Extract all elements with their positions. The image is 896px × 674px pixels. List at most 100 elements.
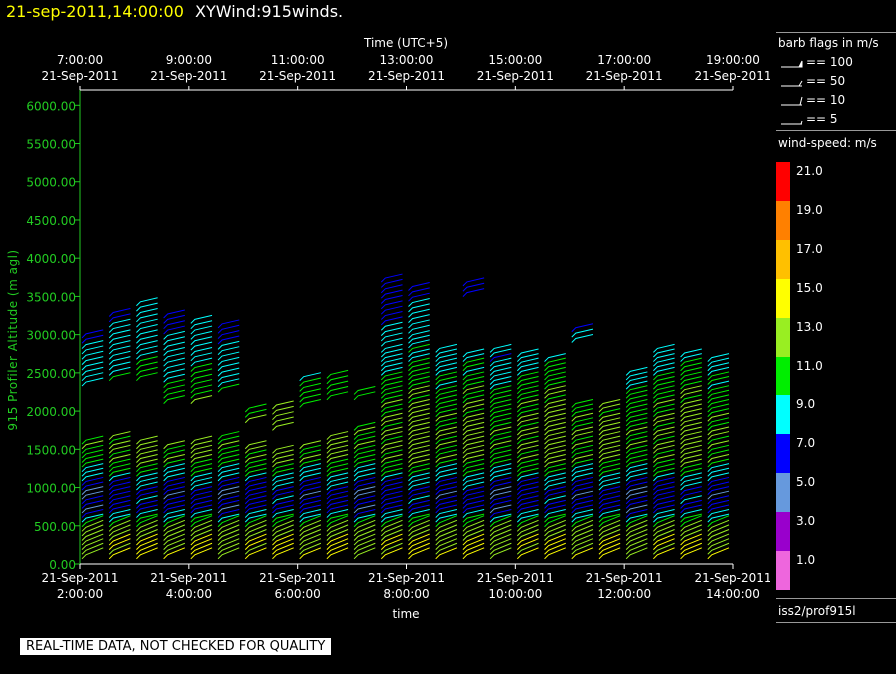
wind-barb [136,340,158,349]
wind-profile-plot: Time (UTC+5) 915 Profiler Altitude (m ag… [6,36,770,621]
wind-barb [190,384,213,394]
wind-barb [408,281,430,291]
wind-barb [217,362,240,372]
wind-barb [190,373,213,383]
wind-barb [408,513,430,523]
legend-panel: barb flags in m/s == 100 == 50 == 10 == 5 w… [776,0,896,674]
y-tick-label: 1000.00 [26,482,76,496]
colorbar-label: 13.0 [796,319,823,334]
wind-barb [108,345,131,355]
wind-barb [272,416,294,426]
colorbar-segment [776,162,790,202]
wind-barb [272,400,294,410]
wind-barb [380,273,403,283]
wind-barb [163,547,186,560]
wind-barb [353,547,376,560]
wind-barb [353,385,376,395]
colorbar-label: 19.0 [796,202,823,217]
wind-barb [408,324,430,334]
x-axis-label: time [392,607,419,621]
wind-barb [190,368,213,378]
wind-barb [489,547,512,560]
wind-barb [326,385,349,395]
wind-barb [190,352,213,362]
top-axis-label: Time (UTC+5) [363,36,448,50]
legend-divider [776,32,896,33]
wind-barb [408,314,430,323]
barb-50-icon [781,80,803,87]
wind-barb [163,373,185,383]
wind-barb [217,346,240,356]
legend-divider [776,130,896,131]
wind-barb [244,408,267,418]
wind-barb [299,377,322,387]
x-tick-time: 6:00:00 [275,587,321,601]
y-tick-label: 0.00 [49,558,76,572]
top-tick-date: 21-Sep-2011 [150,69,227,83]
colorbar-label: 7.0 [796,436,816,451]
wind-barb [217,356,240,366]
wind-barb [163,346,185,356]
x-tick-date: 21-Sep-2011 [586,571,663,585]
wind-barb [81,334,104,344]
barb-legend-row: == 50 [780,74,890,89]
colorbar-label: 15.0 [796,280,823,295]
wind-barb [489,513,512,523]
wind-barb [136,302,158,312]
wind-barb [380,547,403,560]
wind-barb [81,350,104,360]
wind-barb [435,513,458,523]
legend-divider [776,598,896,599]
colorbar-segment [776,356,790,396]
wind-barb [81,513,104,523]
wind-barb [571,323,594,333]
wind-barb [544,547,566,560]
wind-barb [299,372,322,382]
wind-barb [326,380,349,390]
colorbar-segment [776,434,790,474]
wind-barb [163,320,185,330]
wind-barb [653,547,675,560]
wind-barb [136,307,158,317]
colorbar-label: 17.0 [796,241,823,256]
x-tick-date: 21-Sep-2011 [477,571,554,585]
top-tick-time: 15:00:00 [488,53,542,67]
wind-barb [108,372,131,382]
wind-barb [163,330,185,340]
wind-barb [81,345,104,355]
wind-barb [108,350,131,360]
x-tick-time: 8:00:00 [383,587,429,601]
wind-barb [136,547,158,560]
x-tick-time: 4:00:00 [166,587,212,601]
colorbar-label: 1.0 [796,553,816,568]
wind-barb [299,513,322,523]
wind-barb [108,313,131,323]
wind-barb [217,367,240,377]
wind-barb [353,513,376,523]
quality-notice: REAL-TIME DATA, NOT CHECKED FOR QUALITY [20,638,332,655]
wind-barb [408,319,430,329]
wind-barb [326,513,349,523]
wind-barb [516,547,539,560]
wind-barb [190,336,213,346]
wind-barb [190,320,213,330]
wind-barb [81,547,104,560]
wind-barb [625,547,648,560]
wind-barb [380,316,403,326]
wind-barb [217,335,240,345]
colorbar-segment [776,239,790,280]
barb-100-icon [781,60,803,68]
wind-barb [217,383,240,393]
wind-barb [81,361,104,371]
wind-barb [516,513,539,523]
y-tick-label: 4000.00 [26,252,76,266]
wind-barb [81,329,104,339]
wind-barb [299,388,322,398]
barb-legend-label: == 5 [806,112,838,126]
wind-barb [380,321,403,331]
wind-barb [408,292,430,302]
wind-barb [108,356,131,365]
wind-barb [108,340,131,349]
top-tick-time: 9:00:00 [166,53,212,67]
top-tick-time: 19:00:00 [706,53,760,67]
